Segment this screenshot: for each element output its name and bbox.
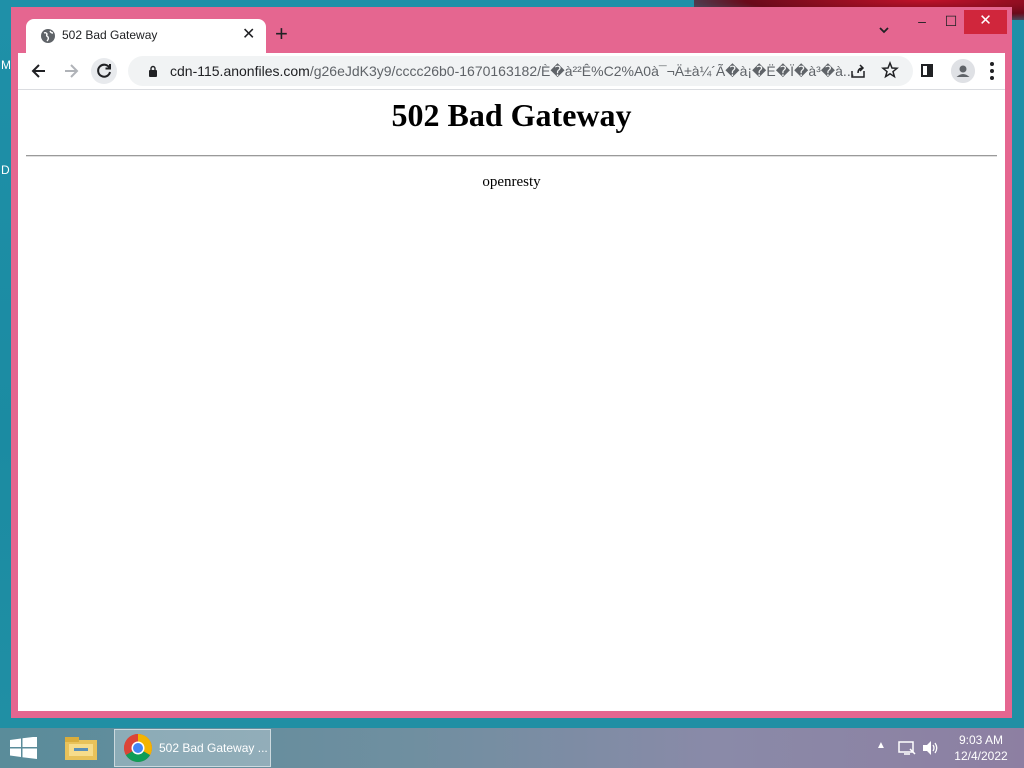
url-host: cdn-115.anonfiles.com bbox=[170, 63, 310, 79]
address-bar[interactable]: cdn-115.anonfiles.com/g26eJdK3y9/cccc26b… bbox=[128, 56, 913, 86]
reload-icon[interactable] bbox=[91, 58, 117, 84]
clock[interactable]: 9:03 AM 12/4/2022 bbox=[948, 732, 1014, 764]
side-panel-icon[interactable] bbox=[921, 64, 933, 77]
url-path: /g26eJdK3y9/cccc26b0-1670163182/È�à²²Ê%C… bbox=[309, 63, 855, 79]
chrome-icon bbox=[124, 734, 152, 762]
desktop-icon-label-m[interactable]: M bbox=[1, 58, 11, 72]
server-signature: openresty bbox=[482, 174, 541, 190]
taskbar: 502 Bad Gateway ... ▲ 9:03 AM 12/4/2022 bbox=[0, 728, 1024, 768]
volume-icon[interactable] bbox=[922, 740, 940, 756]
kebab-menu-icon[interactable] bbox=[990, 62, 994, 80]
close-window-button[interactable]: ✕ bbox=[964, 10, 1007, 34]
taskbar-chrome-button[interactable]: 502 Bad Gateway ... bbox=[114, 729, 271, 767]
tab-search-chevron-icon[interactable] bbox=[877, 23, 891, 37]
taskbar-chrome-label: 502 Bad Gateway ... bbox=[159, 741, 268, 755]
clock-date: 12/4/2022 bbox=[954, 749, 1008, 763]
back-arrow-icon[interactable] bbox=[26, 58, 52, 84]
new-tab-button[interactable]: + bbox=[275, 23, 288, 45]
bookmark-star-icon[interactable] bbox=[881, 61, 899, 79]
tab-active[interactable]: 502 Bad Gateway ✕ bbox=[26, 19, 266, 53]
forward-arrow-icon[interactable] bbox=[58, 58, 84, 84]
url-text[interactable]: cdn-115.anonfiles.com/g26eJdK3y9/cccc26b… bbox=[170, 63, 870, 80]
tab-close-icon[interactable]: ✕ bbox=[242, 26, 255, 44]
minimize-button[interactable]: – bbox=[907, 10, 937, 34]
network-icon[interactable] bbox=[898, 740, 916, 756]
lock-icon[interactable] bbox=[147, 65, 159, 77]
desktop-icon-label-d[interactable]: D bbox=[1, 163, 10, 177]
divider bbox=[26, 155, 997, 157]
clock-time: 9:03 AM bbox=[958, 733, 1004, 747]
file-explorer-icon[interactable] bbox=[64, 734, 98, 762]
maximize-button[interactable]: ☐ bbox=[936, 10, 966, 34]
tab-title: 502 Bad Gateway bbox=[62, 28, 158, 42]
windows-start-icon[interactable] bbox=[10, 737, 38, 759]
browser-window: 502 Bad Gateway ✕ + – ☐ ✕ cdn-115.anonfi… bbox=[11, 7, 1012, 718]
tray-expand-icon[interactable]: ▲ bbox=[876, 740, 886, 751]
browser-toolbar: cdn-115.anonfiles.com/g26eJdK3y9/cccc26b… bbox=[18, 53, 1005, 89]
page-content: 502 Bad Gateway openresty bbox=[18, 89, 1005, 711]
tab-strip: 502 Bad Gateway ✕ + – ☐ ✕ bbox=[11, 7, 1012, 53]
share-icon[interactable] bbox=[850, 63, 866, 79]
globe-icon bbox=[41, 29, 55, 43]
profile-avatar-icon[interactable] bbox=[951, 59, 975, 83]
page-title: 502 Bad Gateway bbox=[391, 97, 632, 133]
